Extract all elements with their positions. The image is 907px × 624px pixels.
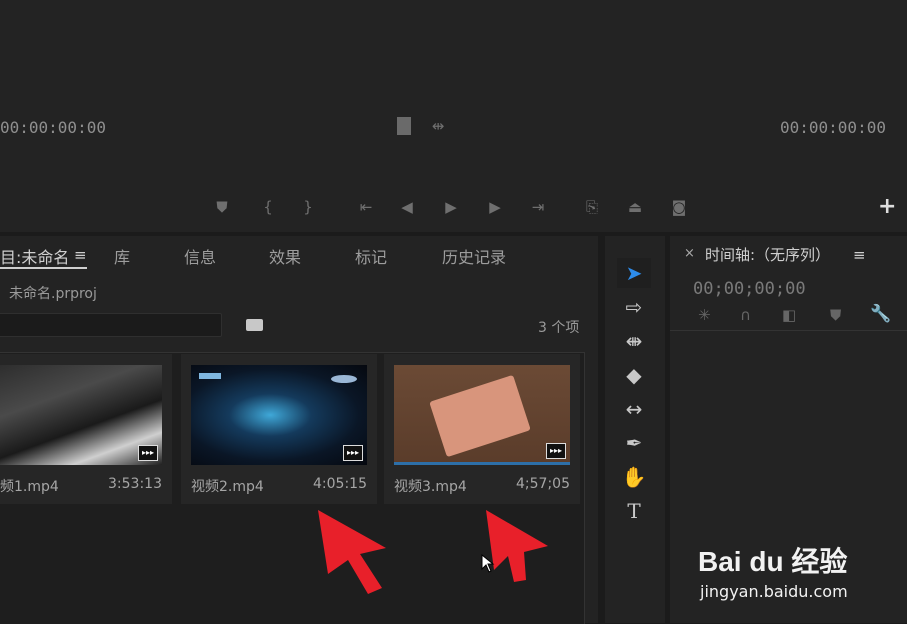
panel-menu-icon[interactable]: ≡: [853, 246, 866, 264]
settings-icon[interactable]: ⇹: [426, 116, 450, 136]
pen-tool-icon[interactable]: ✒: [617, 428, 651, 458]
active-tab-underline: [0, 267, 87, 269]
tab-effects[interactable]: 效果: [269, 244, 301, 268]
clip-name: 视频3.mp4: [394, 479, 467, 495]
slip-tool-icon[interactable]: ↔: [617, 394, 651, 424]
tab-info[interactable]: 信息: [184, 244, 216, 268]
playhead-timecode[interactable]: 00:00:00:00: [0, 118, 106, 137]
tab-markers[interactable]: 标记: [355, 244, 387, 268]
tools-panel: ➤ ⇨ ⇼ ◆ ↔ ✒ ✋ T: [605, 236, 665, 623]
wrench-icon[interactable]: 🔧: [870, 304, 891, 324]
clip-duration: 4:05:15: [313, 476, 367, 492]
clip-thumbnail[interactable]: ▸▸▸: [191, 365, 367, 465]
clip-duration: 3:53:13: [108, 476, 162, 492]
close-icon[interactable]: ×: [684, 246, 695, 261]
mouse-cursor-icon: [481, 554, 495, 573]
go-to-in-icon[interactable]: ⇤: [354, 197, 378, 217]
razor-tool-icon[interactable]: ◆: [617, 360, 651, 390]
scrub-bar[interactable]: [394, 462, 570, 465]
tab-project[interactable]: 目:未命名: [0, 244, 69, 268]
insert-icon[interactable]: ⎘: [580, 197, 604, 217]
clip-item[interactable]: ▸▸▸ 视频2.mp4 4:05:15: [181, 354, 377, 504]
watermark-url: jingyan.baidu.com: [700, 582, 848, 601]
tab-history[interactable]: 历史记录: [442, 244, 506, 268]
duration-timecode: 00:00:00:00: [780, 118, 886, 137]
clip-item[interactable]: ▸▸▸ 视频1.mp4 3:53:13: [0, 354, 172, 504]
light-flare: [331, 375, 357, 383]
timeline-timecode[interactable]: 00;00;00;00: [693, 279, 806, 299]
mark-out-icon[interactable]: }: [296, 197, 320, 217]
timeline-title: 时间轴:（无序列）: [705, 246, 831, 264]
project-file-name: 未命名.prproj: [9, 286, 97, 302]
annotation-arrow-icon: [486, 510, 548, 582]
clip-item[interactable]: ▸▸▸ 视频3.mp4 4;57;05: [384, 354, 580, 504]
find-icon[interactable]: [246, 319, 263, 331]
clip-duration: 4;57;05: [516, 476, 570, 492]
audio-video-badge-icon: ▸▸▸: [343, 445, 363, 461]
mark-in-icon[interactable]: {: [256, 197, 280, 217]
nest-icon[interactable]: ✳: [698, 306, 711, 324]
notebook-object: [429, 374, 531, 458]
clip-thumbnail[interactable]: ▸▸▸: [394, 365, 570, 465]
channel-logo: [199, 373, 221, 379]
overwrite-icon[interactable]: ⏏: [623, 197, 647, 217]
divider: [670, 330, 907, 331]
camera-icon[interactable]: ◙: [667, 197, 691, 217]
audio-video-badge-icon: ▸▸▸: [546, 443, 566, 459]
type-tool-icon[interactable]: T: [617, 496, 651, 526]
snap-icon[interactable]: ∩: [740, 306, 751, 324]
program-monitor: 00:00:00:00 00:00:00:00 ⇹ ⛊ { } ⇤ ◀ ▶ ▶ …: [0, 0, 907, 232]
clip-name: 视频2.mp4: [191, 479, 264, 495]
fit-icon[interactable]: [397, 117, 411, 135]
watermark-brand: Bai du 经验: [698, 546, 848, 577]
baidu-logo: Bai du 经验: [698, 540, 847, 580]
clip-name: 视频1.mp4: [0, 479, 59, 495]
clip-thumbnail[interactable]: ▸▸▸: [0, 365, 162, 465]
audio-video-badge-icon: ▸▸▸: [138, 445, 158, 461]
panel-menu-icon[interactable]: ≡: [74, 246, 87, 264]
track-select-tool-icon[interactable]: ⇨: [617, 292, 651, 322]
hand-tool-icon[interactable]: ✋: [617, 462, 651, 492]
annotation-arrow-icon: [318, 510, 386, 594]
play-icon[interactable]: ▶: [439, 197, 463, 217]
ripple-edit-tool-icon[interactable]: ⇼: [617, 326, 651, 356]
go-to-out-icon[interactable]: ⇥: [526, 197, 550, 217]
tab-library[interactable]: 库: [114, 244, 130, 268]
add-marker-icon[interactable]: ⛊: [210, 197, 234, 217]
add-marker-icon[interactable]: ⛊: [830, 306, 841, 324]
project-panel: 目:未命名 ≡ 库 信息 效果 标记 历史记录 未命名.prproj 3 个项 …: [0, 236, 598, 624]
add-button[interactable]: +: [878, 194, 896, 219]
step-back-icon[interactable]: ◀: [395, 197, 419, 217]
selection-tool-icon[interactable]: ➤: [617, 258, 651, 288]
linked-selection-icon[interactable]: ◧: [782, 306, 796, 324]
search-input[interactable]: [0, 313, 222, 337]
step-forward-icon[interactable]: ▶: [483, 197, 507, 217]
item-count: 3 个项: [538, 320, 580, 336]
